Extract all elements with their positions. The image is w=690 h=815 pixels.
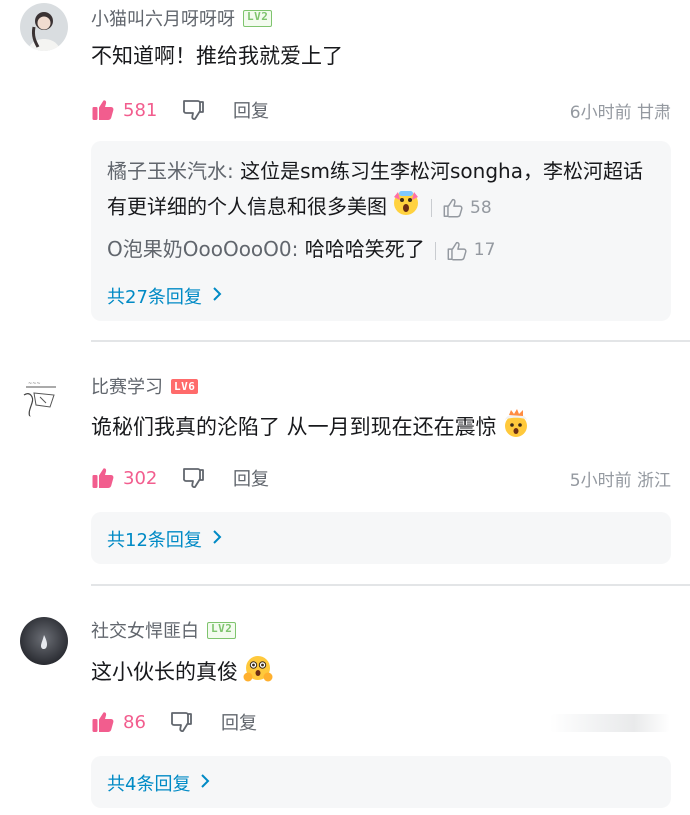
username[interactable]: 小猫叫六月呀呀呀 (91, 5, 235, 31)
blurred-meta (550, 714, 670, 732)
sub-reply: O泡果奶OooOooO0: 哈哈哈笑死了 17 (107, 233, 647, 267)
like-count: 86 (123, 711, 146, 733)
more-replies-link[interactable]: 共4条回复 (107, 770, 210, 796)
replies-box: 橘子玉米汽水: 这位是sm练习生李松河songha，李松河超话有更详细的个人信息… (91, 141, 671, 321)
replies-box: 共4条回复 (91, 756, 671, 808)
replies-box: 共12条回复 (91, 512, 671, 564)
chevron-right-icon (212, 286, 222, 307)
sub-reply-like[interactable]: 58 (431, 192, 492, 225)
sub-reply-like-count: 58 (470, 197, 492, 218)
divider (91, 340, 690, 342)
thumbs-up-icon[interactable] (91, 98, 115, 122)
scream-emoji (391, 188, 421, 228)
level-badge: LV2 (243, 9, 273, 27)
level-badge: LV6 (171, 378, 199, 394)
time-location: 5小时前 浙江 (569, 470, 671, 491)
sub-reply-user[interactable]: 橘子玉米汽水 (107, 159, 227, 183)
flushed-hands-emoji (242, 653, 274, 693)
thumbs-down-icon[interactable] (181, 466, 205, 490)
more-replies-link[interactable]: 共12条回复 (107, 526, 222, 552)
reply-button[interactable]: 回复 (221, 709, 257, 735)
sub-reply-user[interactable]: O泡果奶OooOooO0 (107, 237, 292, 261)
thumbs-up-outline-icon[interactable] (442, 197, 464, 219)
chevron-right-icon (212, 529, 222, 550)
avatar[interactable]: ~~~ (20, 373, 68, 421)
username[interactable]: 比赛学习 (91, 373, 163, 399)
thumbs-up-icon[interactable] (91, 710, 115, 734)
comment-text: 这小伙长的真俊 (91, 653, 274, 693)
sub-reply-like-count: 17 (473, 240, 496, 260)
reply-button[interactable]: 回复 (233, 97, 269, 123)
like-count: 581 (123, 99, 158, 121)
sub-reply: 橘子玉米汽水: 这位是sm练习生李松河songha，李松河超话有更详细的个人信息… (107, 155, 647, 228)
comment-text: 不知道啊！推给我就爱上了 (91, 44, 343, 68)
sub-reply-text: 哈哈哈笑死了 (304, 237, 425, 261)
time-location: 6小时前 甘肃 (569, 102, 671, 123)
thumbs-down-icon[interactable] (181, 98, 205, 122)
thumbs-up-icon[interactable] (91, 466, 115, 490)
reply-button[interactable]: 回复 (233, 465, 269, 491)
sub-reply-like[interactable]: 17 (434, 234, 496, 267)
avatar[interactable] (20, 617, 68, 665)
more-replies-link[interactable]: 共27条回复 (107, 283, 222, 309)
like-count: 302 (123, 467, 158, 489)
thumbs-up-outline-icon[interactable] (446, 240, 468, 262)
avatar[interactable] (20, 3, 68, 51)
level-badge: LV2 (207, 621, 237, 639)
exploding-head-emoji (501, 409, 531, 447)
username[interactable]: 社交女悍匪白 (91, 617, 199, 643)
thumbs-down-icon[interactable] (169, 710, 193, 734)
chevron-right-icon (200, 773, 210, 794)
comment-text: 诡秘们我真的沦陷了 从一月到现在还在震惊 (91, 409, 531, 447)
svg-text:~~~: ~~~ (28, 381, 41, 387)
divider (91, 584, 690, 586)
